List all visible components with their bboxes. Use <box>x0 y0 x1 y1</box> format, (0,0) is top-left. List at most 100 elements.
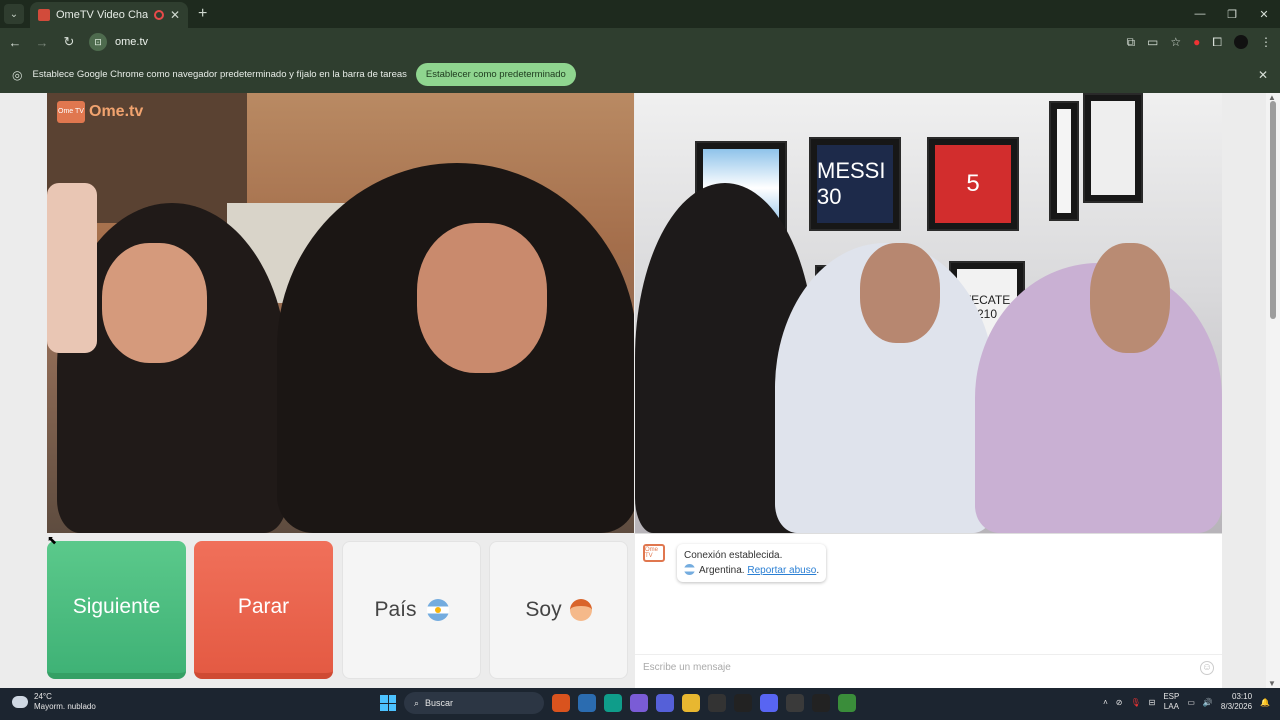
jersey-frame <box>1083 93 1143 203</box>
extensions-puzzle-icon[interactable]: ⧠ <box>1212 35 1222 50</box>
lang-bottom: LAA <box>1163 702 1179 711</box>
ometv-logo-icon: Ome TV <box>57 101 85 123</box>
ometv-chat-logo-icon: Ome TV <box>643 544 665 562</box>
lang-top: ESP <box>1163 692 1180 701</box>
face-left-shape <box>102 243 207 363</box>
notification-bell-icon[interactable]: 🔔 <box>1260 698 1270 707</box>
phone-shape <box>47 183 97 353</box>
face-3-shape <box>1090 243 1170 353</box>
obs-icon[interactable] <box>812 694 830 712</box>
tray-app-icon[interactable]: ⊟ <box>1149 698 1156 707</box>
tab-search-button[interactable]: ⌄ <box>4 4 24 24</box>
taskbar-apps: ⌕ Buscar <box>380 692 856 714</box>
translate-icon[interactable]: ⧉ <box>1126 35 1135 50</box>
toolbar-icons: ⧉ ▭ ☆ ● ⧠ ⋮ <box>1126 28 1272 56</box>
country-button[interactable]: País <box>342 541 481 679</box>
copilot-icon[interactable] <box>630 694 648 712</box>
face-2-shape <box>860 243 940 343</box>
menu-kebab-icon[interactable]: ⋮ <box>1260 35 1272 49</box>
tab-bar: ⌄ OmeTV Video Chat — Ome ✕ + — ❐ ✕ <box>0 0 1280 28</box>
jersey-frame <box>1049 101 1079 221</box>
microphone-icon[interactable]: 🎙 <box>1130 698 1140 707</box>
minimize-button[interactable]: — <box>1184 8 1216 20</box>
gender-button[interactable]: Soy <box>489 541 628 679</box>
chrome-taskbar-icon[interactable] <box>838 694 856 712</box>
ometv-logo-text: Ome.tv <box>89 103 144 120</box>
emoji-smile-icon[interactable]: ☺ <box>1200 661 1214 675</box>
system-tray: ˄ ⊘ 🎙 ⊟ ESP LAA ▭ 🔊 03:10 8/3/2026 🔔 <box>1103 692 1270 712</box>
mouse-cursor-icon: ⬉ <box>47 533 58 547</box>
page-scrollbar[interactable]: ▲ ▼ <box>1266 93 1280 688</box>
window-controls: — ❐ ✕ <box>1184 0 1280 28</box>
site-info-icon[interactable]: ⊡ <box>89 33 107 51</box>
edge-icon[interactable] <box>604 694 622 712</box>
network-icon[interactable]: ▭ <box>1187 698 1195 707</box>
weather-temp: 24°C <box>34 692 52 701</box>
bookmark-star-icon[interactable]: ☆ <box>1170 35 1181 49</box>
app-icon[interactable] <box>552 694 570 712</box>
back-icon[interactable]: ← <box>3 35 27 50</box>
ometv-favicon-icon <box>38 9 50 21</box>
url-text[interactable]: ome.tv <box>115 36 148 48</box>
country-name: Argentina. <box>699 565 745 576</box>
message-placeholder: Escribe un mensaje <box>643 662 731 673</box>
face-right-shape <box>417 223 547 373</box>
ometv-page: Ome TV Ome.tv MESSI 30 5 TECATE 210 Sigu… <box>0 93 1280 688</box>
folder-icon[interactable] <box>682 694 700 712</box>
app-icon[interactable] <box>786 694 804 712</box>
reload-icon[interactable]: ↻ <box>57 34 81 50</box>
infobar-close-icon[interactable]: ✕ <box>1258 68 1268 82</box>
infobar-message: Establece Google Chrome como navegador p… <box>32 69 407 80</box>
default-browser-infobar: ◎ Establece Google Chrome como navegador… <box>0 56 1280 93</box>
country-line: Argentina. Reportar abuso. <box>684 563 819 578</box>
tab-close-icon[interactable]: ✕ <box>170 8 180 22</box>
app-icon[interactable] <box>708 694 726 712</box>
set-default-button[interactable]: Establecer como predeterminado <box>415 63 576 86</box>
search-icon: ⌕ <box>414 697 420 708</box>
windows-taskbar: 24°C Mayorm. nublado ⌕ Buscar ˄ ⊘ 🎙 ⊟ ESP… <box>0 688 1280 720</box>
notepad-icon[interactable] <box>578 694 596 712</box>
app-icon[interactable] <box>734 694 752 712</box>
profile-avatar-icon[interactable] <box>1234 35 1248 49</box>
close-window-button[interactable]: ✕ <box>1248 8 1280 21</box>
taskbar-search[interactable]: ⌕ Buscar <box>404 692 544 714</box>
jersey-label: MESSI 30 <box>817 145 893 223</box>
teams-icon[interactable] <box>656 694 674 712</box>
discord-icon[interactable] <box>760 694 778 712</box>
next-button[interactable]: Siguiente <box>47 541 186 679</box>
tab-title: OmeTV Video Chat — Ome <box>56 9 148 21</box>
system-message: Conexión establecida. Argentina. Reporta… <box>677 544 827 582</box>
language-indicator[interactable]: ESP LAA <box>1163 692 1179 712</box>
country-label: País <box>374 598 417 621</box>
scrollbar-thumb[interactable] <box>1270 101 1276 319</box>
chat-panel: Ome TV Conexión establecida. Argentina. … <box>635 533 1222 688</box>
recording-icon <box>153 10 164 20</box>
scroll-down-icon[interactable]: ▼ <box>1268 679 1276 688</box>
message-input[interactable]: Escribe un mensaje ☺ <box>635 654 1222 680</box>
weather-widget[interactable]: 24°C Mayorm. nublado <box>12 692 96 712</box>
stop-button[interactable]: Parar <box>194 541 333 679</box>
tray-app-icon[interactable]: ⊘ <box>1116 698 1123 707</box>
windows-start-icon[interactable] <box>380 695 396 711</box>
extension-red-icon[interactable]: ● <box>1193 35 1200 49</box>
argentina-flag-icon <box>684 564 695 575</box>
chevron-up-icon[interactable]: ˄ <box>1103 698 1108 707</box>
volume-icon[interactable]: 🔊 <box>1203 698 1213 707</box>
gender-label: Soy <box>525 598 562 621</box>
local-video: Ome TV Ome.tv <box>47 93 634 533</box>
clock[interactable]: 03:10 8/3/2026 <box>1221 692 1252 712</box>
ometv-logo[interactable]: Ome TV Ome.tv <box>57 101 143 123</box>
stop-label: Parar <box>237 595 290 618</box>
omnibox[interactable]: ⊡ ome.tv <box>89 31 1089 53</box>
cloud-icon <box>12 696 28 708</box>
jersey-frame: 5 <box>927 137 1019 231</box>
new-tab-button[interactable]: + <box>198 5 207 23</box>
connection-status: Conexión establecida. <box>684 550 783 561</box>
cast-icon[interactable]: ▭ <box>1147 35 1158 49</box>
report-abuse-link[interactable]: Reportar abuso <box>747 565 816 576</box>
maximize-button[interactable]: ❐ <box>1216 8 1248 21</box>
report-suffix: . <box>816 565 820 576</box>
tab-ometv[interactable]: OmeTV Video Chat — Ome ✕ <box>30 2 188 28</box>
search-label: Buscar <box>425 698 454 708</box>
forward-icon[interactable]: → <box>30 35 54 50</box>
